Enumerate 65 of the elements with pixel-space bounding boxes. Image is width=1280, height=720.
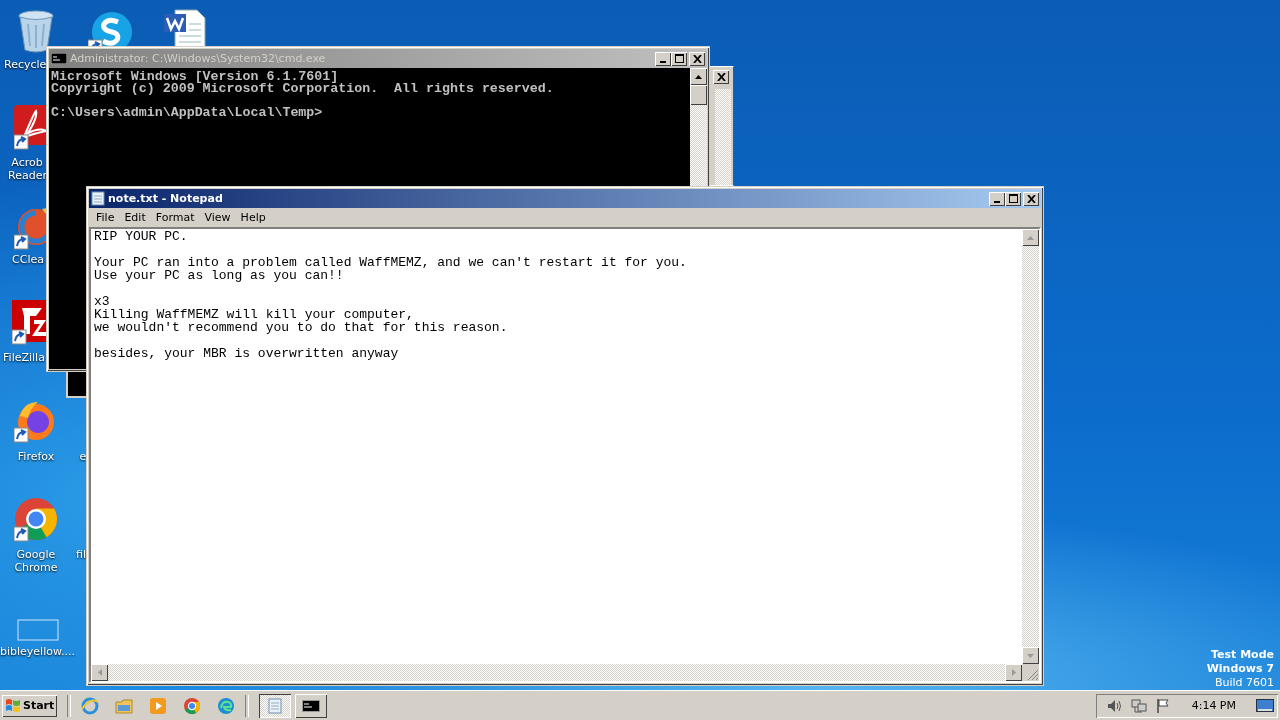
window-title: note.txt - Notepad — [108, 192, 223, 205]
icon-label: FileZilla — [2, 351, 46, 364]
left-arrow-icon — [97, 669, 102, 676]
close-icon — [692, 54, 702, 63]
notepad-icon — [268, 697, 283, 714]
icon-label: Recycle — [4, 58, 46, 71]
close-button[interactable] — [713, 70, 729, 84]
show-desktop-icon[interactable] — [1256, 698, 1274, 713]
scrollbar[interactable] — [1022, 229, 1039, 664]
watermark-text: Windows 7 — [1206, 662, 1274, 676]
minimize-icon — [994, 200, 1000, 203]
scrollbar[interactable] — [91, 664, 1022, 681]
notepad-icon — [91, 191, 105, 206]
scrollbar-thumb[interactable] — [690, 85, 707, 105]
icon-label: Acrob Reader — [8, 156, 46, 182]
taskbar-button[interactable] — [259, 693, 292, 718]
paragraph: RIP YOUR PC. — [94, 230, 189, 243]
icon-label: fil — [75, 548, 87, 561]
close-icon — [716, 73, 726, 81]
watermark-text: Test Mode — [1210, 648, 1274, 662]
pdf-icon[interactable] — [14, 105, 46, 151]
close-button[interactable] — [1023, 191, 1039, 206]
menu-item[interactable]: File — [91, 210, 120, 225]
icon-label: CClea — [11, 253, 45, 266]
watermark-text: Build 7601 — [1213, 676, 1274, 690]
menu-item[interactable]: Edit — [119, 210, 151, 225]
maximize-button[interactable] — [1005, 191, 1021, 206]
close-icon — [1026, 194, 1036, 203]
icon-label: e — [78, 450, 88, 463]
chrome-icon[interactable] — [14, 497, 58, 543]
chrome-icon[interactable] — [183, 696, 202, 715]
minimize-button[interactable] — [655, 51, 671, 66]
window-title: Administrator: C:\Windows\System32\cmd.exe — [70, 52, 326, 65]
console-output: Microsoft Windows [Version 6.1.7601] Copyright (c) 2009 Microsoft Corporation. All rights reserved. — [51, 71, 555, 95]
menu-item[interactable]: Format — [150, 210, 200, 225]
menu-item[interactable]: Help — [235, 210, 271, 225]
icon-label: Firefox — [16, 450, 56, 463]
minimize-button[interactable] — [989, 191, 1005, 206]
resize-grip-icon[interactable] — [1022, 664, 1039, 681]
down-arrow-icon — [1027, 653, 1034, 658]
clock[interactable]: 4:14 PM — [1191, 699, 1236, 712]
console-icon — [302, 699, 321, 712]
menu-item[interactable]: View — [199, 210, 236, 225]
maximize-icon — [1008, 194, 1018, 203]
up-arrow-icon — [1027, 235, 1034, 240]
maximize-icon — [674, 54, 684, 63]
taskbar-button[interactable] — [295, 693, 328, 718]
close-button[interactable] — [689, 51, 705, 66]
windows-logo-icon — [5, 698, 21, 713]
scrollbar[interactable] — [690, 68, 707, 186]
maximize-button[interactable] — [671, 51, 687, 66]
console-output: C:\Users\admin\AppData\Local\Temp> — [51, 107, 324, 119]
paragraph: besides, your MBR is overwritten anyway — [94, 347, 400, 360]
icon-label: bibleyellow.... — [0, 645, 74, 658]
ftp-icon[interactable] — [12, 300, 46, 346]
scrollbar[interactable] — [715, 89, 731, 185]
start-button[interactable]: Start — [2, 694, 58, 717]
console-icon — [51, 53, 67, 64]
right-arrow-icon — [1011, 669, 1016, 676]
up-arrow-icon — [695, 74, 702, 79]
icon-label: Google Chrome — [13, 548, 59, 574]
paragraph: x3 Killing WaffMEMZ will kill your computer, we wouldn't recommend you to do that for this reason. — [94, 295, 509, 334]
minimize-icon — [660, 60, 666, 63]
network-icon[interactable] — [1129, 697, 1148, 714]
paragraph: Your PC ran into a problem called WaffMEMZ, and we can't restart it for you. Use your PC as long as you can!! — [94, 256, 688, 282]
